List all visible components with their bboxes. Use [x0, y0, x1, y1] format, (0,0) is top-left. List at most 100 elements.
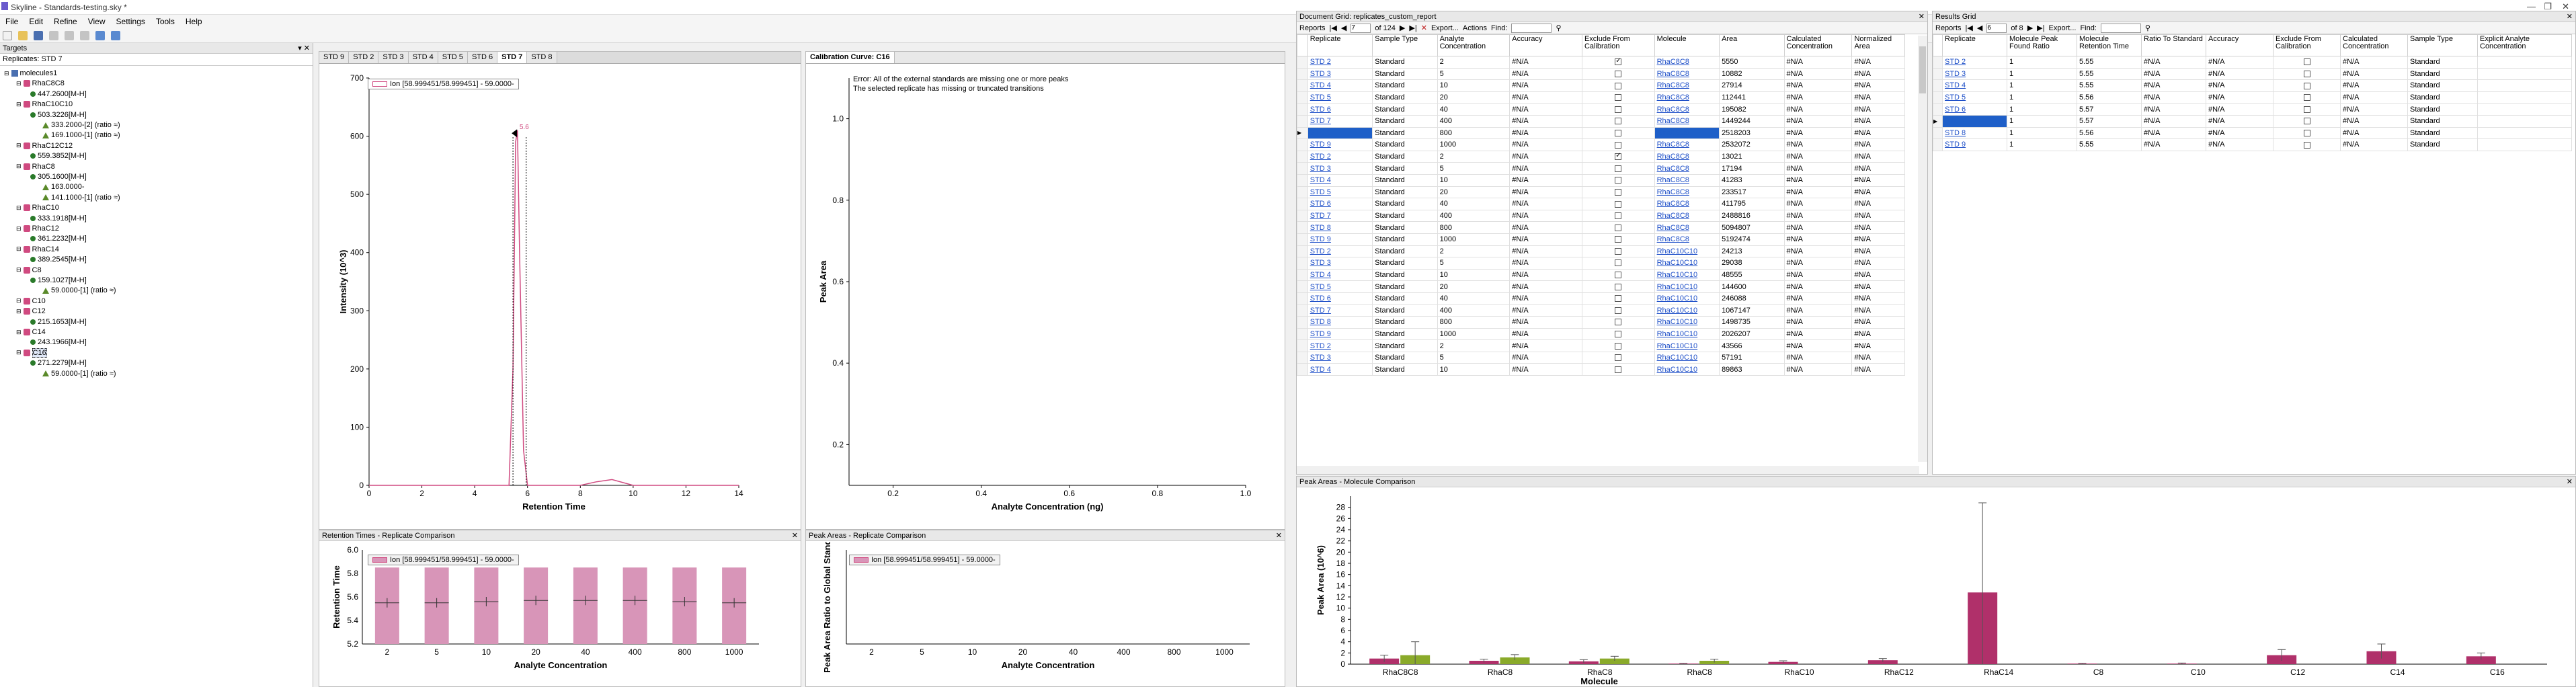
molecule-link[interactable]: RhaC10C10 [1654, 316, 1720, 329]
table-cell[interactable]: #N/A [1509, 304, 1582, 317]
export-button[interactable]: Export... [1431, 24, 1459, 32]
table-row[interactable]: STD 4 1 5.55 #N/A #N/A #N/A Standard [1933, 79, 2572, 92]
row-selector[interactable] [1297, 186, 1308, 199]
table-row[interactable]: STD 2 Standard 2 #N/A RhaC10C10 43566 #N/A #N/A [1297, 339, 1905, 352]
table-cell[interactable]: 48555 [1719, 268, 1785, 282]
table-cell[interactable]: 40 [1437, 292, 1511, 305]
exclude-checkbox[interactable] [1615, 259, 1622, 267]
exclude-checkbox-cell[interactable] [1581, 327, 1655, 341]
tree-item[interactable]: 141.1000-[1] (ratio ≈) [40, 193, 120, 202]
expand-toggle-icon[interactable]: ⊟ [16, 142, 22, 149]
tree-item[interactable]: 163.0000- [40, 182, 85, 192]
table-row[interactable]: STD 9 Standard 1000 #N/A RhaC8C8 2532072 #N/A #… [1297, 138, 1905, 151]
table-cell[interactable]: #N/A [1509, 257, 1582, 270]
table-cell[interactable]: Standard [2407, 114, 2478, 128]
tree-item[interactable]: ⊟ C14 [16, 327, 46, 337]
table-cell[interactable]: Standard [2407, 126, 2478, 140]
replicate-link[interactable]: STD 4 [1307, 268, 1373, 282]
row-selector[interactable] [1933, 67, 1943, 81]
table-row[interactable]: STD 2 Standard 2 #N/A RhaC10C10 24213 #N/A #N/A [1297, 245, 1905, 258]
table-cell[interactable]: #N/A [1509, 126, 1582, 140]
table-cell[interactable]: 2 [1437, 150, 1511, 163]
table-cell[interactable]: #N/A [1851, 114, 1905, 128]
table-cell[interactable]: #N/A [1509, 186, 1582, 199]
table-cell[interactable]: 1 [2007, 56, 2077, 69]
exclude-checkbox-cell[interactable] [1581, 292, 1655, 305]
exclude-checkbox[interactable] [1615, 319, 1622, 326]
tree-item[interactable]: 59.0000-[1] (ratio ≈) [40, 369, 116, 378]
actions-dropdown[interactable]: Actions [1463, 24, 1487, 32]
table-cell[interactable]: #N/A [1783, 292, 1853, 305]
table-cell[interactable]: #N/A [1783, 173, 1853, 187]
menu-edit[interactable]: Edit [24, 15, 48, 28]
tree-item[interactable]: 447.2600[M-H] [28, 89, 87, 99]
table-row[interactable]: STD 2 1 5.55 #N/A #N/A #N/A Standard [1933, 56, 2572, 69]
table-cell[interactable]: 800 [1437, 126, 1511, 140]
table-cell[interactable]: Standard [1372, 56, 1438, 69]
table-row[interactable]: STD 3 Standard 5 #N/A RhaC8C8 17194 #N/A #N/A [1297, 162, 1905, 175]
molecule-link[interactable]: RhaC8C8 [1654, 162, 1720, 175]
table-cell[interactable]: #N/A [2141, 67, 2206, 81]
chromatogram-plot[interactable]: 0 2 4 6 8 10 12 14 0 100 200 300 400 500 600 700 Retenti… [319, 65, 801, 528]
nav-prev-icon[interactable]: ◀ [1977, 24, 1982, 32]
table-cell[interactable]: 1 [2007, 67, 2077, 81]
table-cell[interactable]: #N/A [1783, 257, 1853, 270]
expand-toggle-icon[interactable]: ⊟ [16, 204, 22, 212]
table-cell[interactable]: 40 [1437, 103, 1511, 116]
table-cell[interactable]: #N/A [1509, 162, 1582, 175]
molecule-comparison-plot[interactable]: 0246810121416182022242628RhaC8C8 RhaC8 Rha… [1297, 488, 2575, 687]
table-cell[interactable]: #N/A [1783, 162, 1853, 175]
table-row[interactable]: STD 9 Standard 1000 #N/A RhaC8C8 5192474 #N/A #… [1297, 233, 1905, 246]
column-header[interactable]: Normalized Area [1851, 34, 1905, 56]
table-cell[interactable]: 10 [1437, 363, 1511, 376]
table-cell[interactable]: 1067147 [1719, 304, 1785, 317]
tab-replicate[interactable]: STD 3 [378, 52, 409, 63]
table-cell[interactable]: #N/A [2206, 56, 2273, 69]
exclude-checkbox-cell[interactable] [2273, 56, 2341, 69]
table-cell[interactable]: Standard [1372, 304, 1438, 317]
copy-icon[interactable] [65, 31, 75, 40]
row-selector[interactable] [1297, 363, 1308, 376]
tree-item[interactable]: 305.1600[M-H] [28, 172, 87, 181]
tree-item[interactable]: 169.1000-[1] (ratio ≈) [40, 130, 120, 140]
table-row[interactable]: STD 9 Standard 1000 #N/A RhaC10C10 2026207 #N/… [1297, 327, 1905, 341]
table-cell[interactable]: 2026207 [1719, 327, 1785, 341]
save-icon[interactable] [34, 31, 44, 40]
cut-icon[interactable] [49, 31, 59, 40]
table-cell[interactable]: #N/A [1509, 67, 1582, 81]
replicate-link[interactable]: STD 4 [1307, 79, 1373, 92]
tree-item[interactable]: 215.1653[M-H] [28, 317, 87, 327]
replicate-link[interactable]: STD 5 [1307, 91, 1373, 104]
table-cell[interactable]: 1000 [1437, 233, 1511, 246]
exclude-checkbox-cell[interactable] [2273, 138, 2341, 151]
replicate-link[interactable]: STD 6 [1307, 103, 1373, 116]
exclude-checkbox-cell[interactable] [1581, 304, 1655, 317]
table-cell[interactable]: #N/A [2141, 103, 2206, 116]
table-row[interactable]: STD 8 Standard 800 #N/A RhaC8C8 5094807 #N/A #N… [1297, 221, 1905, 234]
table-cell[interactable]: #N/A [2340, 103, 2408, 116]
table-cell[interactable]: #N/A [2206, 79, 2273, 92]
table-cell[interactable]: 5 [1437, 162, 1511, 175]
molecule-link[interactable]: RhaC10C10 [1654, 292, 1720, 305]
tree-item[interactable]: ⊟ RhaC14 [16, 245, 59, 254]
exclude-checkbox[interactable] [2303, 94, 2310, 102]
table-cell[interactable]: Standard [1372, 162, 1438, 175]
table-cell[interactable]: #N/A [1851, 56, 1905, 69]
row-selector[interactable] [1297, 150, 1308, 163]
table-cell[interactable]: #N/A [2340, 79, 2408, 92]
column-header[interactable]: Calculated Concentration [1783, 34, 1853, 56]
table-cell[interactable]: 27914 [1719, 79, 1785, 92]
tab-replicate[interactable]: STD 6 [467, 52, 498, 63]
exclude-checkbox[interactable] [1615, 165, 1622, 172]
table-row[interactable]: STD 5 Standard 20 #N/A RhaC8C8 233517 #N/A #N/A [1297, 186, 1905, 199]
table-cell[interactable]: 10 [1437, 173, 1511, 187]
table-cell[interactable]: 5.55 [2077, 138, 2142, 151]
table-cell[interactable]: Standard [1372, 257, 1438, 270]
table-cell[interactable]: Standard [1372, 233, 1438, 246]
row-selector[interactable] [1297, 292, 1308, 305]
table-row[interactable]: STD 7 Standard 400 #N/A RhaC10C10 1067147 #N/A… [1297, 304, 1905, 317]
table-cell[interactable]: 10882 [1719, 67, 1785, 81]
exclude-checkbox[interactable] [2303, 118, 2310, 125]
table-cell[interactable]: #N/A [2340, 67, 2408, 81]
molecule-link[interactable]: RhaC8C8 [1654, 186, 1720, 199]
